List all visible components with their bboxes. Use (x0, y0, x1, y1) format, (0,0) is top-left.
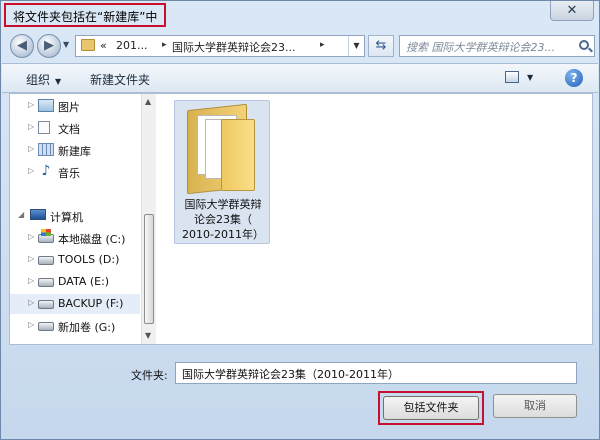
address-overflow[interactable]: « (100, 39, 107, 52)
organize-menu[interactable]: 组织 ▼ (26, 71, 61, 88)
nav-item-documents[interactable]: ▷ 文档 (10, 118, 140, 138)
breadcrumb-separator[interactable]: ▸ (162, 40, 167, 50)
expand-arrow-icon[interactable]: ▷ (28, 254, 34, 263)
search-box[interactable]: 搜索 国际大学群英辩论会23... (399, 35, 595, 57)
include-folder-button[interactable]: 包括文件夹 (383, 396, 479, 420)
window-title: 将文件夹包括在“新建库”中 (4, 3, 167, 27)
folder-field-label: 文件夹: (131, 369, 168, 382)
folder-front-panel (221, 119, 255, 191)
organize-label: 组织 (26, 73, 51, 87)
nav-item-new-library[interactable]: ▷ 新建库 (10, 140, 140, 160)
folder-icon (187, 103, 257, 195)
nav-item-drive-g[interactable]: ▷ 新加卷 (G:) (10, 316, 140, 336)
refresh-button[interactable]: ⇆ (368, 35, 394, 57)
nav-item-computer[interactable]: ◢ 计算机 (10, 206, 140, 226)
nav-item-drive-c[interactable]: ▷ 本地磁盘 (C:) (10, 228, 140, 248)
address-bar[interactable]: « 201... ▸ 国际大学群英辩论会23... ▸ ▼ (75, 35, 365, 57)
close-button[interactable]: ✕ (550, 1, 594, 21)
pictures-icon (38, 99, 54, 112)
new-folder-button[interactable]: 新建文件夹 (90, 71, 150, 88)
refresh-icon: ⇆ (375, 38, 387, 53)
search-icon (579, 40, 589, 50)
command-bar: 组织 ▼ 新建文件夹 ▼ ? (2, 63, 598, 93)
folder-name-line: 2010-2011年） (182, 228, 264, 241)
expand-arrow-icon[interactable]: ▷ (28, 166, 34, 175)
nav-scrollbar[interactable]: ▲ ▼ (141, 94, 156, 344)
system-drive-icon (38, 229, 54, 243)
expand-arrow-icon[interactable]: ▷ (28, 320, 34, 329)
expand-arrow-icon[interactable]: ▷ (28, 100, 34, 109)
nav-item-label: 计算机 (50, 211, 83, 224)
nav-item-drive-f[interactable]: ▷ BACKUP (F:) (10, 294, 140, 314)
navigation-pane: ▷ 图片 ▷ 文档 ▷ 新建库 ▷ ♪ 音乐 ◢ 计算机 ▷ 本地磁盘 (C:)… (10, 94, 156, 344)
drive-icon (38, 300, 54, 309)
nav-item-label: 本地磁盘 (C:) (58, 233, 126, 246)
expand-arrow-icon[interactable]: ▷ (28, 122, 34, 131)
folder-name-line: 论会23集（ (194, 213, 252, 226)
nav-item-pictures[interactable]: ▷ 图片 (10, 96, 140, 116)
expand-arrow-icon[interactable]: ▷ (28, 232, 34, 241)
folder-item[interactable]: 国际大学群英辩 论会23集（ 2010-2011年） (174, 100, 270, 244)
nav-item-label: BACKUP (F:) (58, 297, 124, 310)
arrow-right-icon: ▶ (44, 38, 54, 53)
folder-name-field[interactable]: 国际大学群英辩论会23集（2010-2011年） (175, 362, 577, 384)
music-icon: ♪ (41, 163, 51, 179)
file-list-pane: 国际大学群英辩 论会23集（ 2010-2011年） (158, 94, 592, 344)
breadcrumb-segment[interactable]: 201... (116, 39, 148, 52)
documents-icon (38, 121, 50, 134)
breadcrumb-segment[interactable]: 国际大学群英辩论会23... (172, 39, 296, 55)
scroll-up-icon[interactable]: ▲ (145, 97, 151, 106)
chevron-down-icon[interactable]: ▼ (527, 73, 533, 82)
dialog-window: 将文件夹包括在“新建库”中 ✕ ◀ ▶ ▼ « 201... ▸ 国际大学群英辩… (0, 0, 600, 440)
drive-icon (38, 278, 54, 287)
nav-item-music[interactable]: ▷ ♪ 音乐 (10, 162, 140, 182)
nav-item-label: 图片 (58, 101, 80, 114)
scrollbar-thumb[interactable] (144, 214, 154, 324)
nav-item-label: 音乐 (58, 167, 80, 180)
recent-pages-dropdown[interactable]: ▼ (63, 40, 69, 49)
address-dropdown[interactable]: ▼ (348, 36, 364, 56)
nav-item-label: 新建库 (58, 145, 91, 158)
expand-arrow-icon[interactable]: ▷ (28, 144, 34, 153)
breadcrumb-separator[interactable]: ▸ (320, 40, 325, 50)
nav-item-label: TOOLS (D:) (58, 253, 120, 266)
back-button[interactable]: ◀ (10, 34, 34, 58)
forward-button[interactable]: ▶ (37, 34, 61, 58)
folder-name: 国际大学群英辩 论会23集（ 2010-2011年） (177, 197, 269, 242)
expand-arrow-icon[interactable]: ▷ (28, 276, 34, 285)
highlight-box: 包括文件夹 (378, 391, 484, 425)
search-input[interactable]: 搜索 国际大学群英辩论会23... (406, 39, 555, 55)
view-options-icon[interactable] (505, 71, 519, 83)
nav-item-label: 文档 (58, 123, 80, 136)
expand-arrow-icon[interactable]: ▷ (28, 298, 34, 307)
arrow-left-icon: ◀ (17, 38, 27, 53)
help-icon[interactable]: ? (565, 69, 583, 87)
collapse-arrow-icon[interactable]: ◢ (18, 210, 24, 219)
scroll-down-icon[interactable]: ▼ (145, 331, 151, 340)
drive-icon (38, 256, 54, 265)
nav-item-drive-d[interactable]: ▷ TOOLS (D:) (10, 250, 140, 270)
cancel-button[interactable]: 取消 (493, 394, 577, 418)
browser-body: ▷ 图片 ▷ 文档 ▷ 新建库 ▷ ♪ 音乐 ◢ 计算机 ▷ 本地磁盘 (C:)… (9, 93, 593, 345)
title-bar: 将文件夹包括在“新建库”中 ✕ (1, 1, 599, 29)
computer-icon (30, 209, 46, 220)
library-icon (38, 143, 54, 156)
nav-item-label: DATA (E:) (58, 275, 110, 288)
chevron-down-icon: ▼ (55, 77, 62, 86)
folder-name-line: 国际大学群英辩 (184, 198, 262, 211)
nav-item-label: 新加卷 (G:) (58, 321, 116, 334)
folder-icon (81, 39, 95, 51)
nav-item-drive-e[interactable]: ▷ DATA (E:) (10, 272, 140, 292)
drive-icon (38, 322, 54, 331)
navigation-row: ◀ ▶ ▼ « 201... ▸ 国际大学群英辩论会23... ▸ ▼ ⇆ 搜索… (1, 30, 599, 62)
